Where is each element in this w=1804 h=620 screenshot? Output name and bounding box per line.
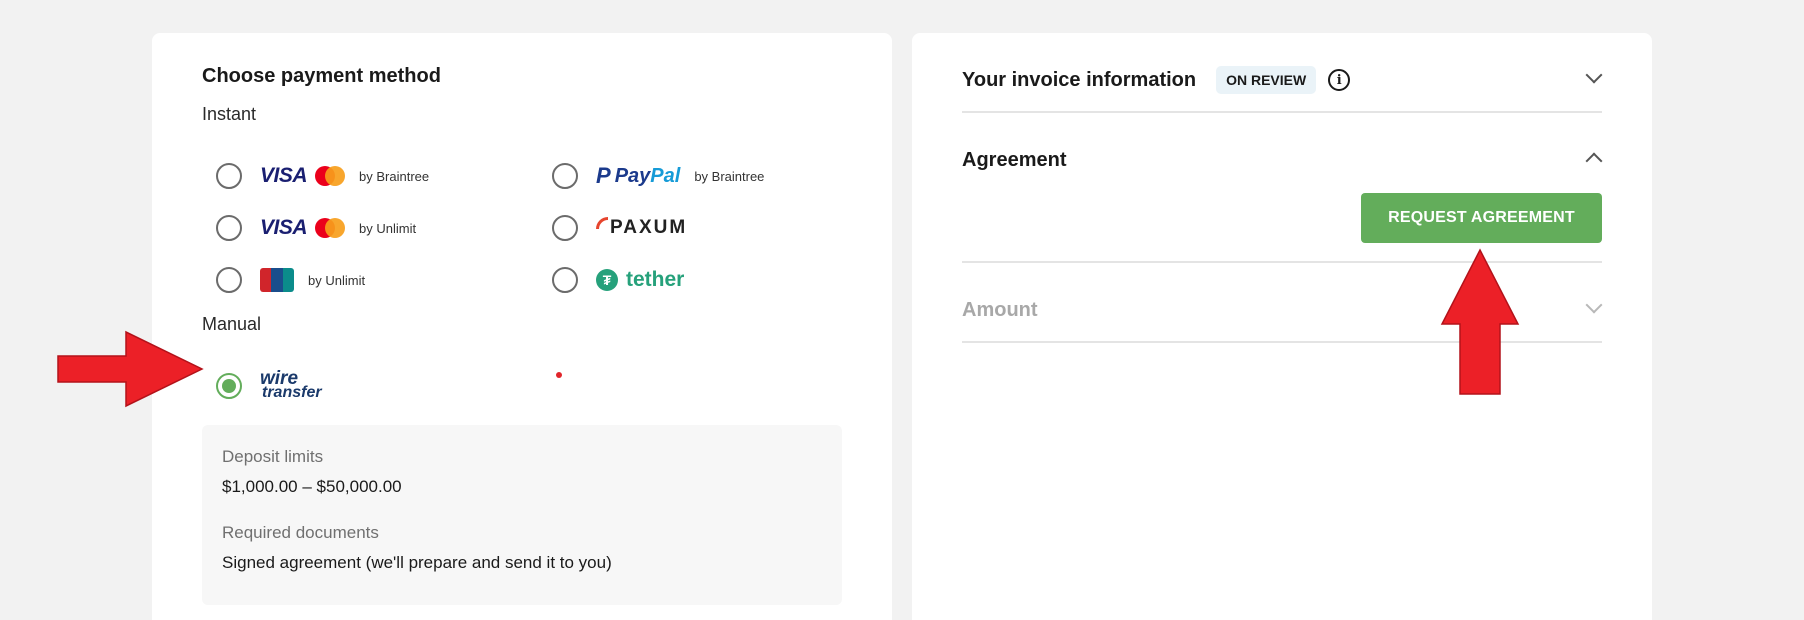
info-icon[interactable]: i — [1328, 69, 1351, 91]
transfer-text: transfer — [262, 384, 322, 401]
paxum-text: PAXUM — [610, 217, 688, 238]
visa-mastercard-logo: VISA by Braintree — [260, 164, 429, 188]
radio-tether[interactable] — [552, 267, 578, 293]
invoice-card: Your invoice information ON REVIEW i Agr… — [912, 33, 1652, 620]
option-paypal-braintree[interactable]: P PayPal by Braintree — [552, 159, 764, 193]
radio-visa-braintree[interactable] — [216, 163, 242, 189]
instant-group-label: Instant — [202, 104, 257, 124]
paypal-pay-text: Pay — [614, 164, 651, 187]
radio-unionpay-unlimit[interactable] — [216, 267, 242, 293]
radio-paxum[interactable] — [552, 215, 578, 241]
manual-group-label: Manual — [202, 314, 262, 334]
invoice-info-header[interactable]: Your invoice information ON REVIEW i — [962, 65, 1603, 95]
deposit-info-box: Deposit limits $1,000.00 – $50,000.00 Re… — [202, 425, 842, 605]
payment-method-title: Choose payment method — [202, 65, 441, 87]
option-paxum[interactable]: PAXUM — [552, 211, 687, 245]
paypal-pal-text: Pal — [650, 164, 681, 187]
radio-wire-transfer[interactable] — [216, 373, 242, 399]
chevron-up-icon[interactable] — [1585, 152, 1603, 170]
required-documents-label: Required documents — [222, 523, 379, 542]
paypal-icon: P — [596, 163, 611, 188]
deposit-limits-label: Deposit limits — [222, 447, 324, 466]
tether-text: tether — [626, 268, 685, 291]
tether-icon: ₮ — [596, 269, 618, 291]
status-badge: ON REVIEW — [1216, 66, 1317, 94]
option-unionpay-unlimit[interactable]: by Unlimit — [216, 263, 365, 297]
mastercard-icon — [315, 218, 346, 238]
option-tether[interactable]: ₮ tether — [552, 263, 684, 297]
payment-method-card: Choose payment method Instant VISA by Br… — [152, 33, 892, 620]
visa-mastercard-logo: VISA by Unlimit — [260, 216, 416, 240]
mastercard-icon — [315, 166, 346, 186]
radio-visa-unlimit[interactable] — [216, 215, 242, 241]
unionpay-icon — [260, 268, 294, 292]
chevron-down-icon[interactable] — [1585, 66, 1603, 84]
provider-label: by Unlimit — [359, 220, 417, 236]
visa-logo: VISA — [260, 216, 308, 239]
chevron-down-icon[interactable] — [1585, 296, 1603, 314]
option-wire-transfer[interactable]: wire transfer — [216, 369, 322, 403]
paxum-arc-icon — [596, 217, 608, 229]
unionpay-logo: by Unlimit — [260, 268, 365, 292]
provider-label: by Braintree — [694, 168, 765, 184]
radio-paypal-braintree[interactable] — [552, 163, 578, 189]
agreement-title: Agreement — [962, 148, 1067, 171]
visa-logo: VISA — [260, 164, 308, 187]
provider-label: by Unlimit — [308, 272, 366, 288]
option-visa-unlimit[interactable]: VISA by Unlimit — [216, 211, 416, 245]
divider — [962, 111, 1602, 113]
paxum-logo: PAXUM — [596, 217, 687, 239]
amount-title: Amount — [962, 298, 1038, 321]
wire-transfer-logo: wire transfer — [260, 369, 322, 401]
tether-logo: ₮ tether — [596, 268, 684, 292]
invoice-info-title: Your invoice information — [962, 68, 1197, 91]
provider-label: by Braintree — [359, 168, 430, 184]
option-visa-braintree[interactable]: VISA by Braintree — [216, 159, 429, 193]
paypal-logo: P PayPal by Braintree — [596, 163, 764, 189]
annotation-arrow-up-icon — [1440, 248, 1520, 395]
annotation-dot — [556, 372, 562, 378]
annotation-arrow-right-icon — [57, 330, 204, 408]
required-documents-value: Signed agreement (we'll prepare and send… — [222, 553, 612, 572]
agreement-header[interactable]: Agreement — [962, 145, 1603, 175]
request-agreement-button[interactable]: REQUEST AGREEMENT — [1361, 193, 1602, 243]
deposit-limits-value: $1,000.00 – $50,000.00 — [222, 477, 402, 496]
page: Choose payment method Instant VISA by Br… — [0, 0, 1804, 620]
